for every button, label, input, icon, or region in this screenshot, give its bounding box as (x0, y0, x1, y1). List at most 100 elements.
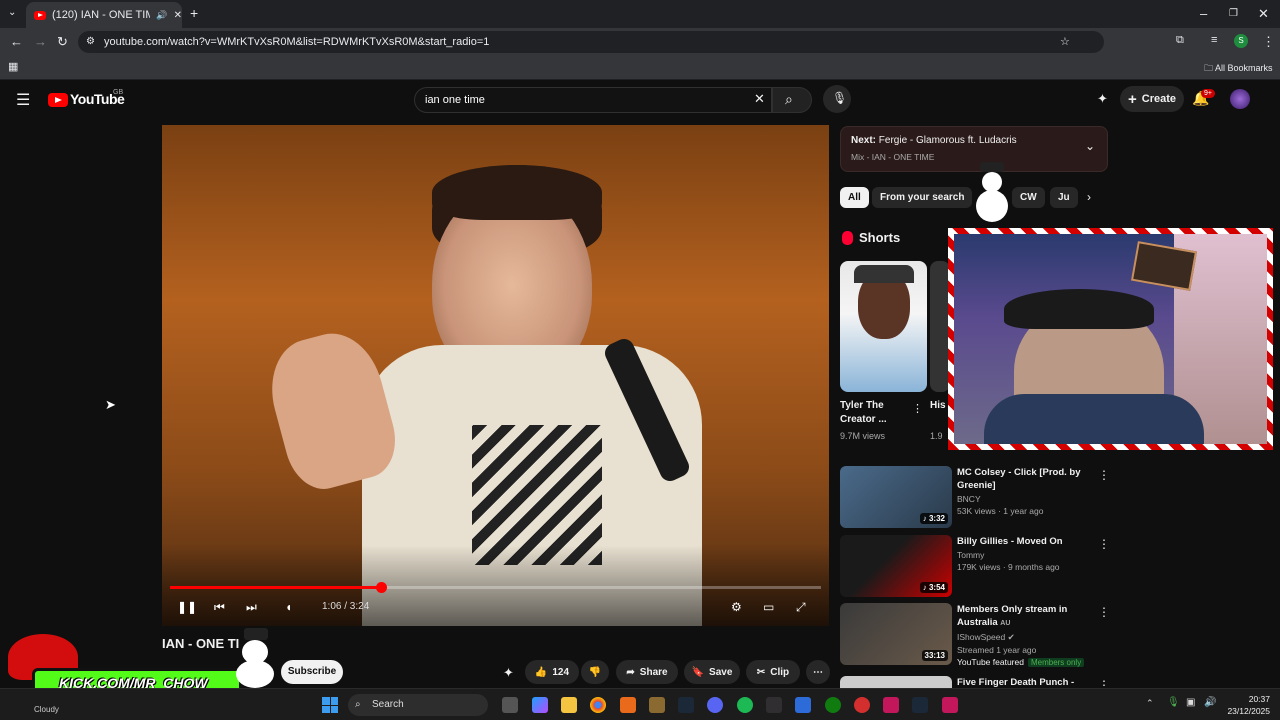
address-bar[interactable]: ⚙ youtube.com/watch?v=WMrKTvXsR0M&list=R… (78, 31, 1104, 53)
video-progress-bar[interactable] (170, 582, 821, 593)
app-icon-e[interactable] (883, 697, 899, 713)
short-thumbnail-2[interactable] (930, 261, 950, 392)
new-tab-icon[interactable]: + (190, 5, 198, 21)
save-button[interactable]: 🔖 Save (684, 660, 740, 684)
recommendation-item[interactable]: Five Finger Death Punch - ⋮ (840, 676, 1110, 688)
theater-mode-icon[interactable]: ▭ (763, 600, 774, 614)
tab-list-icon[interactable]: ⌄ (8, 7, 16, 18)
back-icon[interactable]: ← (10, 34, 23, 49)
tab-close-icon[interactable]: ✕ (174, 10, 182, 21)
recommendation-title[interactable]: MC Colsey - Click [Prod. by Greenie] (957, 466, 1092, 492)
more-actions-button[interactable]: ⋯ (806, 660, 830, 684)
pause-icon[interactable]: ❚❚ (177, 600, 197, 614)
share-button[interactable]: ➦ Share (616, 660, 678, 684)
settings-gear-icon[interactable]: ⚙ (731, 600, 742, 614)
account-avatar[interactable] (1230, 89, 1250, 109)
subscribe-button[interactable]: Subscribe (281, 660, 343, 684)
windows-start-icon[interactable] (322, 697, 338, 713)
recommendation-more-icon[interactable]: ⋮ (1098, 605, 1110, 619)
taskbar-clock[interactable]: 20:37 23/12/2025 (1226, 693, 1270, 717)
voice-search-button[interactable]: 🎙 (823, 85, 851, 113)
expand-chevron-icon[interactable]: ⌄ (1085, 139, 1095, 153)
network-icon[interactable]: ▣ (1186, 697, 1195, 708)
file-explorer-icon[interactable] (561, 697, 577, 713)
volume-icon[interactable]: ◖ (285, 600, 292, 614)
recommendation-title[interactable]: Five Finger Death Punch - (957, 676, 1092, 688)
short-1-more-icon[interactable]: ⋮ (912, 402, 923, 415)
steam-icon-2[interactable] (912, 697, 928, 713)
browser-tab-active[interactable]: (120) IAN - ONE TIME - You 🔊 ✕ (26, 2, 182, 28)
microphone-tray-icon[interactable]: 🎙 (1167, 697, 1180, 708)
reload-icon[interactable]: ↻ (57, 34, 68, 50)
copilot-icon[interactable] (532, 697, 548, 713)
app-icon-c[interactable] (795, 697, 811, 713)
steam-icon[interactable] (678, 697, 694, 713)
progress-scrubber[interactable] (375, 582, 387, 593)
next-icon[interactable]: ⏭ (246, 600, 257, 615)
short-title-1[interactable]: Tyler The Creator ... (840, 399, 912, 427)
short-title-2[interactable]: His c Vec (930, 399, 948, 413)
youtube-logo-icon[interactable] (48, 93, 68, 107)
recommendation-thumbnail[interactable] (840, 676, 952, 688)
kick-extension-icon-2[interactable]: ✦ (503, 665, 514, 681)
recommendation-thumbnail[interactable]: ♪ 3:54 (840, 535, 952, 597)
spotify-icon[interactable] (737, 697, 753, 713)
recommendation-more-icon[interactable]: ⋮ (1098, 468, 1110, 482)
xbox-icon[interactable] (825, 697, 841, 713)
bookmark-star-icon[interactable]: ☆ (1060, 31, 1070, 53)
volume-tray-icon[interactable]: 🔊 (1204, 697, 1216, 708)
create-button[interactable]: + Create (1120, 86, 1184, 112)
recommendation-title[interactable]: Members Only stream in Australia AU (957, 603, 1092, 630)
search-button[interactable]: ⌕ (772, 87, 812, 113)
app-icon-a[interactable] (620, 697, 636, 713)
video-player[interactable] (162, 125, 829, 626)
kick-extension-icon[interactable]: ✦ (1097, 91, 1108, 107)
forward-icon[interactable]: → (34, 34, 47, 49)
recommendation-thumbnail[interactable]: ♪ 3:32 (840, 466, 952, 528)
browser-menu-icon[interactable]: ⋮ (1262, 34, 1275, 50)
channel-name[interactable]: BNCY (957, 494, 1092, 504)
site-info-icon[interactable]: ⚙ (86, 31, 95, 53)
chips-next-icon[interactable]: › (1087, 190, 1091, 204)
recommendation-more-icon[interactable]: ⋮ (1098, 537, 1110, 551)
chip-all[interactable]: All (840, 187, 869, 208)
app-icon-d[interactable] (854, 697, 870, 713)
obs-icon[interactable] (766, 697, 782, 713)
chip-cw[interactable]: CW (1012, 187, 1045, 208)
recommendation-item[interactable]: ♪ 3:54 Billy Gillies - Moved On Tommy 17… (840, 535, 1110, 599)
tray-chevron-icon[interactable]: ⌃ (1146, 698, 1154, 709)
hamburger-menu-icon[interactable]: ☰ (16, 90, 30, 110)
all-bookmarks-link[interactable]: 🗀 All Bookmarks (1204, 61, 1273, 77)
extensions-icon[interactable]: ⧉ (1176, 34, 1184, 47)
previous-icon[interactable]: ⏮ (214, 600, 225, 615)
apps-grid-icon[interactable]: ▦ (8, 60, 18, 73)
channel-name[interactable]: Tommy (957, 550, 1092, 560)
dislike-button[interactable]: 👎 (581, 660, 609, 684)
like-button[interactable]: 👍 124 (525, 660, 579, 684)
recommendation-item[interactable]: ♪ 3:32 MC Colsey - Click [Prod. by Green… (840, 466, 1110, 530)
channel-name[interactable]: IShowSpeed ✔ (957, 632, 1092, 643)
window-close-icon[interactable]: ✕ (1258, 6, 1269, 22)
restore-icon[interactable]: ❐ (1229, 8, 1238, 19)
taskbar-search[interactable]: ⌕ Search (348, 694, 488, 716)
speaker-icon[interactable]: 🔊 (156, 10, 167, 21)
recommendation-item[interactable]: 33:13 Members Only stream in Australia A… (840, 603, 1110, 667)
profile-avatar[interactable]: S (1234, 34, 1248, 48)
recommendation-title[interactable]: Billy Gillies - Moved On (957, 535, 1092, 548)
app-icon-b[interactable] (649, 697, 665, 713)
recommendation-thumbnail[interactable]: 33:13 (840, 603, 952, 665)
short-thumbnail-1[interactable] (840, 261, 927, 392)
clear-search-icon[interactable]: ✕ (754, 91, 765, 107)
discord-icon[interactable] (707, 697, 723, 713)
chip-from-your-search[interactable]: From your search (872, 187, 973, 208)
task-view-icon[interactable] (502, 697, 518, 713)
clip-button[interactable]: ✂ Clip (746, 660, 800, 684)
chrome-icon[interactable] (590, 697, 606, 713)
minimize-icon[interactable]: – (1200, 6, 1207, 21)
chip-ju[interactable]: Ju (1050, 187, 1078, 208)
fullscreen-icon[interactable]: ⤢ (796, 600, 806, 615)
reading-list-icon[interactable]: ≡ (1211, 34, 1217, 46)
search-input[interactable]: ian one time (414, 87, 772, 113)
app-icon-f[interactable] (942, 697, 958, 713)
recommendation-more-icon[interactable]: ⋮ (1098, 678, 1110, 688)
